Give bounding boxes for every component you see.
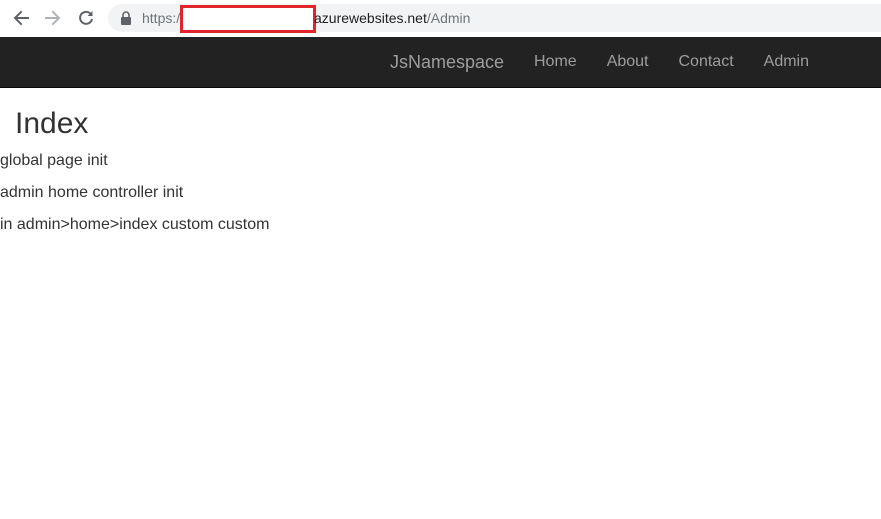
arrow-left-icon: [13, 10, 29, 26]
url-path: /Admin: [426, 10, 471, 26]
page-title: Index: [15, 107, 89, 140]
nav-link-about[interactable]: About: [592, 37, 664, 87]
navbar-brand[interactable]: JsNamespace: [390, 51, 504, 73]
arrow-right-icon: [45, 10, 61, 26]
reload-icon: [79, 10, 93, 25]
back-button[interactable]: [10, 7, 32, 29]
output-line: admin home controller init: [0, 184, 184, 201]
url-host: azurewebsites.net: [314, 10, 427, 26]
lock-icon[interactable]: [120, 11, 132, 25]
reload-button[interactable]: [75, 7, 97, 29]
address-bar[interactable]: https:/ azurewebsites.net/Admin: [108, 4, 881, 33]
nav-link-home[interactable]: Home: [519, 37, 592, 87]
output-line: in admin>home>index custom custom: [0, 216, 270, 233]
nav-links: Home About Contact Admin: [519, 37, 824, 87]
url-redaction-box: [180, 5, 316, 33]
output-line: global page init: [0, 152, 108, 169]
browser-toolbar: https:/ azurewebsites.net/Admin: [0, 0, 881, 37]
url-scheme: https:/: [142, 10, 181, 26]
nav-link-admin[interactable]: Admin: [749, 37, 824, 87]
site-navbar: JsNamespace Home About Contact Admin: [0, 37, 881, 88]
nav-link-contact[interactable]: Contact: [664, 37, 749, 87]
url-text: azurewebsites.net/Admin: [314, 10, 470, 26]
forward-button[interactable]: [42, 7, 64, 29]
